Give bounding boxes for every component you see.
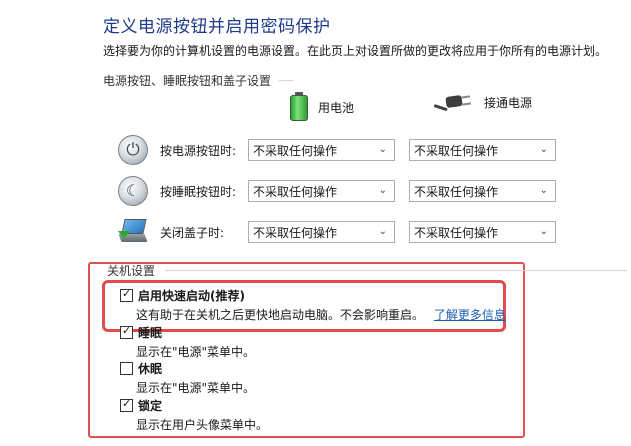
fast-startup-option: 启用快速启动(推荐) 这有助于在关机之后更快地启动电脑。不会影响重启。 了解更多…: [120, 287, 506, 323]
hibernate-desc: 显示在"电源"菜单中。: [136, 381, 256, 395]
chevron-down-icon: ⌄: [539, 185, 548, 196]
battery-icon: [288, 92, 310, 122]
chevron-down-icon: ⌄: [378, 226, 387, 237]
section-divider: [279, 80, 293, 81]
plugged-in-column-header: 接通电源: [433, 92, 533, 112]
sleep-button-row: 按睡眠按钮时: 不采取任何操作 ⌄ 不采取任何操作 ⌄: [118, 173, 570, 209]
hibernate-option: 休眠 显示在"电源"菜单中。: [120, 360, 255, 396]
select-value: 不采取任何操作: [414, 184, 499, 199]
sleep-title: 睡眠: [138, 325, 163, 340]
lid-close-label: 关闭盖子时:: [160, 225, 225, 240]
lock-desc: 显示在用户头像菜单中。: [136, 418, 269, 432]
power-button-row: 按电源按钮时: 不采取任何操作 ⌄ 不采取任何操作 ⌄: [118, 132, 570, 168]
sleep-option: 睡眠 显示在"电源"菜单中。: [120, 324, 255, 360]
sleep-button-plugged-select[interactable]: 不采取任何操作 ⌄: [409, 180, 556, 202]
chevron-down-icon: ⌄: [378, 144, 387, 155]
plugged-in-column-label: 接通电源: [484, 95, 533, 110]
power-button-battery-select[interactable]: 不采取任何操作 ⌄: [248, 139, 395, 161]
sleep-button-label: 按睡眠按钮时:: [160, 184, 237, 199]
shutdown-section-header-label: 关机设置: [107, 264, 156, 278]
select-value: 不采取任何操作: [253, 184, 338, 199]
shutdown-section-header: 关机设置: [107, 262, 627, 279]
lid-close-battery-select[interactable]: 不采取任何操作 ⌄: [248, 221, 395, 243]
power-section-header-label: 电源按钮、睡眠按钮和盖子设置: [103, 74, 272, 88]
lid-close-plugged-select[interactable]: 不采取任何操作 ⌄: [409, 221, 556, 243]
laptop-lid-icon: [118, 217, 148, 247]
hibernate-checkbox[interactable]: [120, 361, 133, 375]
power-section-header: 电源按钮、睡眠按钮和盖子设置: [103, 72, 293, 89]
fast-startup-checkbox[interactable]: [120, 287, 133, 302]
lock-title: 锁定: [138, 398, 163, 413]
fast-startup-desc: 这有助于在关机之后更快地启动电脑。不会影响重启。: [136, 308, 425, 322]
sleep-desc: 显示在"电源"菜单中。: [136, 345, 256, 359]
chevron-down-icon: ⌄: [539, 144, 548, 155]
battery-column-header: 用电池: [288, 92, 354, 122]
lock-checkbox[interactable]: [120, 397, 133, 412]
learn-more-link[interactable]: 了解更多信息: [434, 308, 506, 322]
lock-option: 锁定 显示在用户头像菜单中。: [120, 397, 268, 433]
battery-column-label: 用电池: [318, 100, 355, 115]
page-title: 定义电源按钮并启用密码保护: [103, 17, 331, 37]
power-button-icon: [118, 135, 148, 165]
power-plug-icon: [433, 92, 472, 112]
chevron-down-icon: ⌄: [378, 185, 387, 196]
select-value: 不采取任何操作: [253, 143, 338, 158]
fast-startup-title: 启用快速启动(推荐): [138, 288, 245, 303]
section-divider: [165, 270, 627, 271]
hibernate-title: 休眠: [138, 361, 163, 376]
sleep-button-icon: [118, 176, 148, 206]
lid-close-row: 关闭盖子时: 不采取任何操作 ⌄ 不采取任何操作 ⌄: [118, 214, 570, 250]
select-value: 不采取任何操作: [414, 225, 499, 240]
power-button-label: 按电源按钮时:: [160, 143, 237, 158]
sleep-checkbox[interactable]: [120, 324, 133, 339]
sleep-button-battery-select[interactable]: 不采取任何操作 ⌄: [248, 180, 395, 202]
page-subtitle: 选择要为你的计算机设置的电源设置。在此页上对设置所做的更改将应用于你所有的电源计…: [103, 44, 608, 58]
chevron-down-icon: ⌄: [539, 226, 548, 237]
power-button-plugged-select[interactable]: 不采取任何操作 ⌄: [409, 139, 556, 161]
select-value: 不采取任何操作: [414, 143, 499, 158]
select-value: 不采取任何操作: [253, 225, 338, 240]
